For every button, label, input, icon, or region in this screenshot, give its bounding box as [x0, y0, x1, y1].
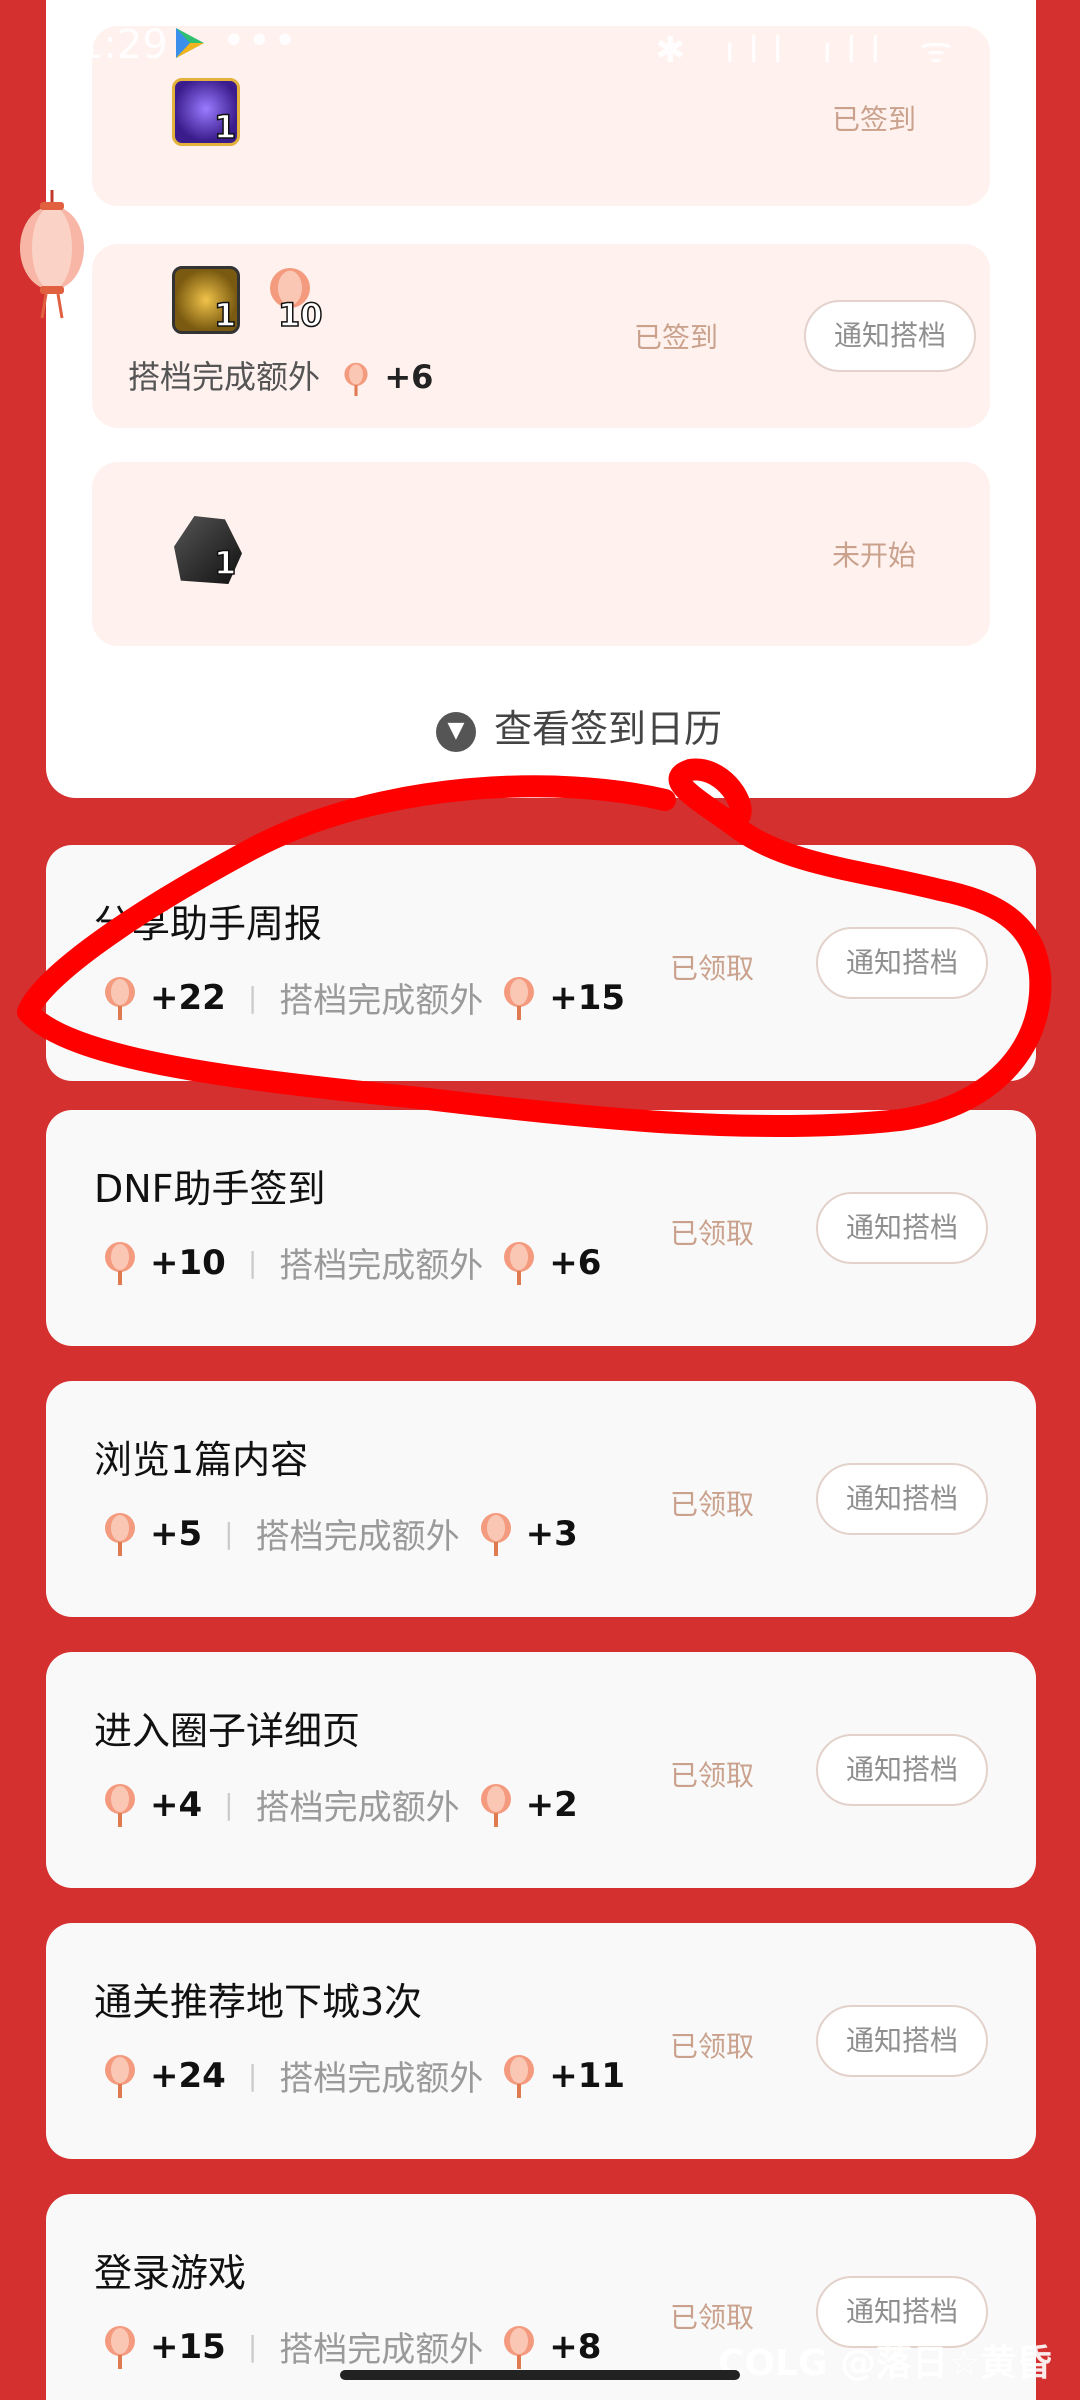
task-reward: +15 | 搭档完成额外 +8: [102, 2322, 601, 2371]
notify-partner-button[interactable]: 通知搭档: [816, 1192, 988, 1264]
notify-partner-button[interactable]: 通知搭档: [816, 927, 988, 999]
signin-day-2: 1 10 搭档完成额外 +6 已签到 通知搭档: [92, 244, 990, 428]
chevron-down-icon: ▼: [436, 711, 476, 752]
partner-extra: 搭档完成额外 +6: [128, 352, 433, 398]
fan-coin-icon: [504, 1241, 535, 1285]
partner-extra-label: 搭档完成额外: [279, 1246, 484, 1286]
status-bar: 1:29 ••• ✱ ıll ıll ᯤ ▭: [0, 0, 1080, 90]
day-status: 已签到: [633, 321, 718, 354]
partner-extra-value: +3: [525, 1513, 578, 1554]
divider: |: [247, 981, 258, 1014]
day-status: 已签到: [831, 103, 916, 136]
reward-value: +15: [150, 2326, 226, 2367]
task-status: 已领取: [670, 1759, 755, 1792]
task-status: 已领取: [670, 1217, 755, 1250]
notify-partner-button[interactable]: 通知搭档: [804, 300, 976, 372]
task-card: 进入圈子详细页 +4 | 搭档完成额外 +2 已领取 通知搭档: [46, 1652, 1036, 1888]
divider: |: [224, 1788, 234, 1821]
fan-coin-icon: [344, 362, 368, 396]
task-card: 浏览1篇内容 +5 | 搭档完成额外 +3 已领取 通知搭档: [46, 1381, 1036, 1617]
watermark: COLG @落日☆黄昏: [718, 2343, 1053, 2384]
task-title: 通关推荐地下城3次: [94, 1980, 423, 2024]
partner-extra-value: +6: [549, 1242, 602, 1283]
status-time: 1:29: [78, 22, 168, 68]
fan-coin-icon: [480, 1783, 511, 1827]
task-title: 浏览1篇内容: [94, 1438, 309, 1482]
view-calendar-link[interactable]: ▼ 查看签到日历: [436, 698, 722, 753]
partner-extra-label: 搭档完成额外: [255, 1517, 460, 1557]
partner-extra-value: +11: [549, 2055, 626, 2096]
fan-coin-icon: [105, 1241, 135, 1285]
task-title: 进入圈子详细页: [94, 1709, 361, 1753]
fan-coin-icon: [105, 1512, 135, 1556]
notify-partner-button[interactable]: 通知搭档: [816, 1463, 988, 1535]
partner-extra-value: +2: [525, 1784, 578, 1825]
task-title: 分享助手周报: [94, 902, 323, 946]
divider: |: [247, 2330, 258, 2363]
task-card: 分享助手周报 +22 | 搭档完成额外 +15 已领取 通知搭档: [46, 845, 1036, 1081]
task-status: 已领取: [670, 952, 755, 985]
fan-coin-icon: [480, 1512, 511, 1556]
task-status: 已领取: [670, 2301, 755, 2334]
status-icons: ✱ ıll ıll ᯤ ▭: [655, 30, 1040, 71]
reward-value: +10: [150, 1242, 226, 1283]
signin-day-3: 1 未开始: [92, 462, 990, 646]
fan-coin-icon: [105, 2325, 135, 2369]
reward-value: +4: [150, 1784, 203, 1825]
reward-value: +24: [150, 2055, 226, 2096]
fan-coin-icon: [504, 2325, 535, 2369]
fan-coin-icon: [504, 2054, 535, 2098]
partner-extra-value: +6: [384, 358, 434, 396]
fan-coin-icon: [105, 2054, 135, 2098]
status-more-icon: •••: [222, 18, 299, 64]
task-status: 已领取: [670, 2030, 755, 2063]
home-indicator[interactable]: [340, 2370, 740, 2380]
play-store-icon: [176, 28, 204, 58]
signin-card: 1 已签到 1 10 搭档完成额外 +6 已签到 通知搭档 1 未开始 ▼ 查看签…: [46, 0, 1036, 798]
fan-coin-icon: [105, 1783, 135, 1827]
partner-extra-label: 搭档完成额外: [279, 981, 484, 1021]
reward-value: +5: [150, 1513, 203, 1554]
fan-coin-icon: [105, 976, 135, 1020]
reward-qty: 1: [213, 543, 237, 583]
partner-extra-label: 搭档完成额外: [279, 2059, 484, 2099]
task-reward: +22 | 搭档完成额外 +15: [102, 973, 625, 1022]
notify-partner-button[interactable]: 通知搭档: [816, 2005, 988, 2077]
fan-coin-icon: [504, 976, 535, 1020]
reward-qty: 1: [213, 295, 237, 335]
divider: |: [224, 1517, 234, 1550]
partner-extra-label: 搭档完成额外: [255, 1788, 460, 1828]
task-title: 登录游戏: [94, 2251, 247, 2295]
task-reward: +4 | 搭档完成额外 +2: [102, 1780, 578, 1829]
notify-partner-button[interactable]: 通知搭档: [816, 1734, 988, 1806]
partner-extra-value: +15: [549, 977, 626, 1018]
reward-value: +22: [150, 977, 226, 1018]
task-reward: +5 | 搭档完成额外 +3: [102, 1509, 578, 1558]
partner-extra-label: 搭档完成额外: [279, 2330, 484, 2370]
task-reward: +10 | 搭档完成额外 +6: [102, 1238, 601, 1287]
partner-extra-value: +8: [549, 2326, 602, 2367]
lantern-icon: [20, 190, 84, 319]
divider: |: [247, 2059, 258, 2092]
day-status: 未开始: [831, 539, 916, 572]
task-status: 已领取: [670, 1488, 755, 1521]
reward-qty: 1: [213, 107, 237, 147]
task-card: DNF助手签到 +10 | 搭档完成额外 +6 已领取 通知搭档: [46, 1110, 1036, 1346]
divider: |: [247, 1246, 258, 1279]
task-reward: +24 | 搭档完成额外 +11: [102, 2051, 625, 2100]
view-calendar-label: 查看签到日历: [494, 707, 723, 751]
partner-extra-label: 搭档完成额外: [128, 358, 321, 396]
task-card: 通关推荐地下城3次 +24 | 搭档完成额外 +11 已领取 通知搭档: [46, 1923, 1036, 2159]
task-title: DNF助手签到: [94, 1167, 326, 1211]
fan-qty: 10: [277, 295, 323, 335]
